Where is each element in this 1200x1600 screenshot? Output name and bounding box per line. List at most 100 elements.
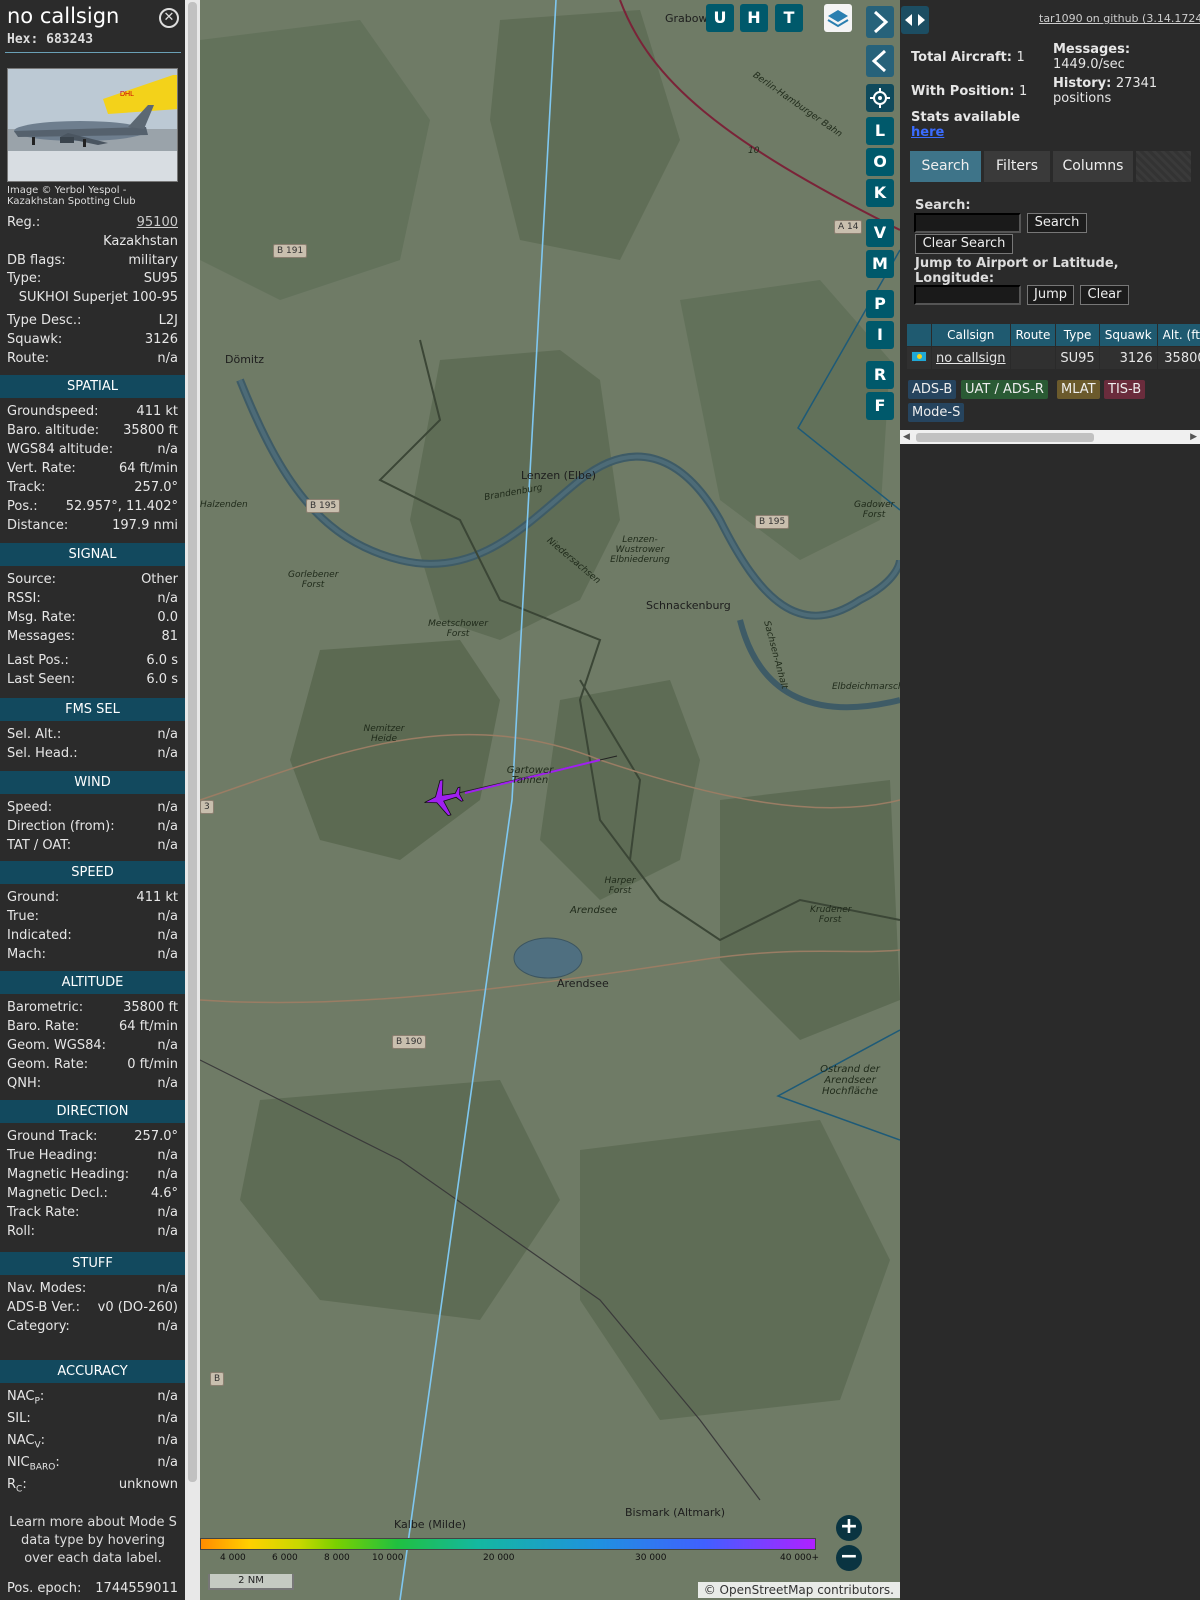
layers-icon[interactable]	[824, 4, 852, 32]
tab-search[interactable]: Search	[910, 151, 981, 182]
registration-link[interactable]: 95100	[137, 214, 178, 232]
scrollbar-thumb[interactable]	[916, 433, 1094, 442]
map-label-forest: Elbdeichmarsch	[832, 682, 900, 692]
info-row-typedesc: Type Desc.: L2J	[7, 313, 178, 328]
section-header-stuff: STUFF	[0, 1252, 185, 1275]
tab-columns[interactable]: Columns	[1053, 151, 1133, 182]
toggle-k-button[interactable]: K	[866, 179, 894, 207]
info-row-signal: Msg. Rate: 0.0	[7, 609, 178, 627]
toggle-f-button[interactable]: F	[866, 392, 894, 420]
map-label-town: Grabow	[665, 12, 708, 25]
aircraft-hex: Hex: 683243	[7, 32, 94, 47]
table-row[interactable]: no callsign SU95 3126 35800	[906, 346, 1200, 370]
chevron-left-icon[interactable]	[866, 45, 894, 77]
column-header[interactable]: Type	[1055, 323, 1100, 347]
map-road-label: A 14	[834, 220, 863, 234]
info-value: n/a	[157, 1038, 178, 1053]
toggle-v-button[interactable]: V	[866, 219, 894, 247]
map-scale: 2 NM	[208, 1574, 294, 1590]
legend-adsb: ADS-B	[908, 380, 957, 399]
column-header[interactable]: Alt. (ft)	[1156, 323, 1200, 347]
info-row-accuracy: NACP: n/a	[7, 1388, 178, 1407]
info-value: 411 kt	[136, 890, 178, 905]
info-panel-scrollbar[interactable]	[185, 0, 200, 1600]
info-value: v0 (DO-260)	[97, 1300, 178, 1315]
jump-button[interactable]: Jump	[1027, 285, 1074, 305]
close-icon[interactable]: ✕	[159, 8, 179, 28]
table-horizontal-scrollbar[interactable]: ◀ ▶	[900, 430, 1200, 444]
section-header-accuracy: ACCURACY	[0, 1360, 185, 1383]
cell-route	[1009, 346, 1057, 370]
mode-s-help-note: Learn more about Mode S data type by hov…	[9, 1515, 177, 1566]
aircraft-list-panel: tar1090 on github (3.14.1724) Total Airc…	[866, 0, 1200, 1600]
toggle-i-button[interactable]: I	[866, 321, 894, 349]
column-header[interactable]: Callsign	[931, 323, 1011, 347]
map-road-label: B 190	[392, 1035, 427, 1049]
info-label: ADS-B Ver.:	[7, 1300, 80, 1315]
map-label-forest: Gartower Tannen	[506, 765, 554, 786]
column-header[interactable]	[906, 323, 932, 347]
photo-caption: Image © Yerbol Yespol - Kazakhstan Spott…	[7, 185, 136, 207]
info-row-stuff: Category: n/a	[7, 1318, 178, 1336]
expand-collapse-icon[interactable]	[901, 6, 929, 34]
info-row-signal: Last Pos.: 6.0 s	[7, 652, 178, 670]
search-input[interactable]	[914, 213, 1021, 233]
map-road-label: B 195	[306, 499, 341, 513]
info-value: unknown	[118, 1477, 178, 1492]
aircraft-photo[interactable]: DHL	[7, 68, 178, 182]
divider	[5, 52, 181, 53]
github-link[interactable]: tar1090 on github (3.14.1724)	[1039, 12, 1200, 25]
scroll-right-icon[interactable]: ▶	[1190, 430, 1197, 444]
info-row-fms: Sel. Alt.: n/a	[7, 726, 178, 744]
toggle-h-button[interactable]: H	[740, 4, 768, 32]
stats-link[interactable]: here	[911, 125, 944, 140]
zoom-out-button[interactable]: −	[836, 1545, 862, 1571]
jump-input[interactable]	[914, 285, 1021, 305]
aircraft-callsign-title: no callsign	[7, 4, 120, 28]
clear-search-button[interactable]: Clear Search	[915, 234, 1013, 254]
info-row-spatial: Groundspeed: 411 kt	[7, 403, 178, 421]
clear-button[interactable]: Clear	[1080, 285, 1129, 305]
map-road-label: 3	[200, 800, 214, 814]
info-value: n/a	[157, 1455, 178, 1470]
map-view[interactable]: Grabow Dömitz Lenzen (Elbe) Schnackenbur…	[200, 0, 900, 1600]
info-row-dbflags: DB flags: military	[7, 253, 178, 268]
legend-mlat: MLAT	[1057, 380, 1100, 399]
info-row-signal: Last Seen: 6.0 s	[7, 671, 178, 689]
altitude-gradient	[200, 1538, 816, 1550]
toggle-o-button[interactable]: O	[866, 148, 894, 176]
search-button[interactable]: Search	[1027, 213, 1087, 233]
scrollbar-thumb[interactable]	[188, 2, 197, 1482]
cell-callsign[interactable]: no callsign	[931, 346, 1011, 370]
info-label: Ground Track:	[7, 1129, 98, 1144]
info-label: Barometric:	[7, 1000, 84, 1015]
info-value: 6.0 s	[146, 653, 178, 668]
zoom-in-button[interactable]: +	[836, 1515, 862, 1541]
column-header[interactable]: Squawk	[1098, 323, 1158, 347]
info-label: Source:	[7, 572, 57, 587]
cell-squawk: 3126	[1098, 346, 1158, 370]
toggle-l-button[interactable]: L	[866, 117, 894, 145]
toggle-u-button[interactable]: U	[706, 4, 734, 32]
tab-extra[interactable]	[1136, 151, 1191, 182]
info-value: n/a	[157, 838, 178, 853]
info-value: 52.957°, 11.402°	[65, 499, 178, 514]
gear-icon[interactable]	[866, 84, 894, 112]
aircraft-marker-icon[interactable]	[422, 776, 466, 820]
map-background	[200, 0, 900, 1600]
chevron-right-icon[interactable]	[866, 6, 894, 38]
map-attribution[interactable]: © OpenStreetMap contributors.	[697, 1582, 900, 1598]
info-label: Ground:	[7, 890, 60, 905]
toggle-r-button[interactable]: R	[866, 361, 894, 389]
info-row-speed: True: n/a	[7, 908, 178, 926]
tab-filters[interactable]: Filters	[984, 151, 1050, 182]
info-row-direction: Magnetic Decl.: 4.6°	[7, 1185, 178, 1203]
info-label: Distance:	[7, 518, 69, 533]
info-value: 257.0°	[134, 1129, 178, 1144]
info-row-wind: Speed: n/a	[7, 799, 178, 817]
toggle-m-button[interactable]: M	[866, 250, 894, 278]
toggle-t-button[interactable]: T	[775, 4, 803, 32]
column-header[interactable]: Route	[1009, 323, 1057, 347]
scroll-left-icon[interactable]: ◀	[903, 430, 910, 444]
toggle-p-button[interactable]: P	[866, 290, 894, 318]
